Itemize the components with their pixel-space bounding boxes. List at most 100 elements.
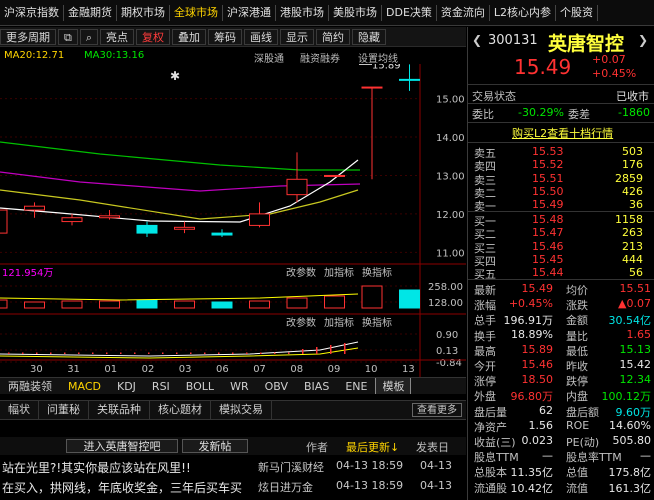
- chart-toolbar: 更多周期 ⧉ ⌕ 亮点 复权 叠加 筹码 画线 显示 简约 隐藏: [0, 27, 466, 47]
- stat-value: 11.35亿: [510, 466, 554, 480]
- window-icon[interactable]: ⧉: [58, 28, 78, 45]
- panel-button[interactable]: 换指标: [362, 266, 392, 279]
- post-title[interactable]: 在买入，拱网线，年底收奖金，三年后买车买: [2, 479, 242, 496]
- stat-value: 1.65: [626, 327, 652, 341]
- panel-button[interactable]: 改参数: [286, 316, 316, 329]
- info-tab[interactable]: 关联品种: [89, 401, 150, 419]
- indicator-tab[interactable]: 模板: [375, 378, 412, 394]
- posted-header[interactable]: 发表日: [416, 439, 449, 455]
- x-tick: 09: [328, 364, 341, 375]
- stat-row: 换手 18.89% 量比 1.65: [470, 328, 653, 343]
- stat-value: 14.60%: [609, 418, 651, 432]
- stat-value: 96.80万: [510, 390, 554, 404]
- forum-post-row[interactable]: 站在光里?!其实你最应该站在风里!! 新马门溪财经 04-13 18:59 04-13: [0, 459, 466, 479]
- tab-shengutong[interactable]: 深股通: [254, 50, 284, 65]
- menu-item[interactable]: L2核心内参: [490, 4, 557, 21]
- panel-button[interactable]: 加指标: [324, 316, 354, 329]
- menu-item[interactable]: 美股市场: [329, 4, 382, 21]
- post-title[interactable]: 站在光里?!其实你最应该站在风里!!: [2, 459, 191, 476]
- menu-item[interactable]: 个股资: [556, 4, 599, 21]
- indicator-tab[interactable]: ENE: [337, 380, 375, 393]
- macd-bar: [148, 352, 150, 354]
- menu-item[interactable]: 期权市场: [117, 4, 170, 21]
- macd-bar: [78, 352, 80, 354]
- x-tick: 07: [253, 364, 266, 375]
- stat-row: 总手 196.91万 金额 30.54亿: [470, 312, 653, 327]
- toolbar-button[interactable]: 复权: [136, 28, 171, 45]
- menu-item[interactable]: 沪深港通: [223, 4, 276, 21]
- toolbar-button[interactable]: 更多周期: [0, 28, 56, 45]
- new-post-button[interactable]: 发新帖: [182, 439, 248, 453]
- macd-bar: [162, 352, 164, 354]
- toolbar-button[interactable]: 简约: [316, 28, 351, 45]
- trade-status: 已收市: [616, 90, 649, 103]
- quote-panel: ❮ 300131 英唐智控 ❯ 15.49 +0.07 +0.45% 交易状态 …: [467, 27, 654, 500]
- set-ma-button[interactable]: 设置均线: [358, 50, 398, 65]
- macd-bar: [330, 345, 332, 354]
- post-author[interactable]: 炫日进万金: [258, 479, 313, 495]
- search-icon[interactable]: ⌕: [79, 28, 99, 45]
- indicator-tab[interactable]: RSI: [144, 380, 178, 393]
- next-stock-icon[interactable]: ❯: [638, 33, 648, 47]
- indicator-tab[interactable]: MACD: [60, 380, 109, 393]
- order-volume: 176: [622, 158, 643, 172]
- menu-item[interactable]: 沪深京指数: [0, 4, 64, 21]
- stat-value: 9.60万: [615, 405, 652, 419]
- menu-item[interactable]: 资金流向: [437, 4, 490, 21]
- kline-chart[interactable]: 15.0014.0013.0012.0011.0015.89✱121.954万改…: [0, 64, 466, 377]
- toolbar-button[interactable]: 显示: [280, 28, 315, 45]
- candle-body: [136, 224, 158, 234]
- stat-label: 昨收: [566, 360, 588, 373]
- indicator-tab[interactable]: KDJ: [109, 380, 144, 393]
- indicator-tab[interactable]: BIAS: [296, 380, 337, 393]
- l2-purchase-link[interactable]: 购买L2查看十档行情: [512, 125, 613, 141]
- menu-item[interactable]: 金融期货: [64, 4, 117, 21]
- menu-item[interactable]: 全球市场: [170, 4, 223, 21]
- toolbar-button[interactable]: 亮点: [100, 28, 135, 45]
- stat-label: 跌停: [566, 375, 588, 389]
- indicator-tab[interactable]: BOLL: [178, 380, 222, 393]
- stat-row: 股息TTM — 股息率TTM —: [470, 449, 653, 464]
- stat-value: 15.51: [619, 282, 652, 295]
- panel-button[interactable]: 换指标: [362, 316, 392, 329]
- menu-item[interactable]: DDE决策: [382, 4, 437, 21]
- candle-body: [249, 213, 270, 226]
- toolbar-button[interactable]: 筹码: [208, 28, 243, 45]
- toolbar-button[interactable]: 隐藏: [352, 28, 387, 45]
- toolbar-button[interactable]: 叠加: [172, 28, 207, 45]
- stat-value: 505.80: [612, 434, 652, 447]
- view-more-button[interactable]: 查看更多: [412, 403, 462, 417]
- macd-bar: [106, 352, 108, 354]
- weicha-value: -1860: [618, 106, 650, 119]
- info-tab[interactable]: 问董秘: [39, 401, 89, 419]
- latest-update-header[interactable]: 最后更新↓: [346, 439, 399, 455]
- forum-post-row[interactable]: 在买入，拱网线，年底收奖金，三年后买车买 炫日进万金 04-13 18:59 04-1…: [0, 479, 466, 499]
- macd-bar: [260, 352, 262, 354]
- tab-margin[interactable]: 融资融券: [300, 50, 340, 65]
- order-volume: 263: [622, 226, 643, 240]
- prev-stock-icon[interactable]: ❮: [472, 33, 482, 47]
- price-tick: 13.00: [436, 171, 465, 182]
- indicator-tab[interactable]: WR: [222, 380, 257, 393]
- enter-bar-button[interactable]: 进入英唐智控吧: [66, 439, 178, 453]
- menu-item[interactable]: 港股市场: [276, 4, 329, 21]
- post-author[interactable]: 新马门溪财经: [258, 459, 324, 475]
- panel-button[interactable]: 改参数: [286, 266, 316, 279]
- macd-tick: 0.13: [436, 346, 458, 357]
- info-tab[interactable]: 幅状: [0, 401, 39, 419]
- macd-bar: [246, 352, 248, 354]
- stat-row: 今开 15.46 昨收 15.42: [470, 358, 653, 373]
- order-price: 15.44: [532, 266, 564, 280]
- info-tab[interactable]: 模拟交易: [211, 401, 272, 419]
- stat-label: 流通股: [474, 481, 507, 495]
- latest-price-mark: 15.89: [372, 64, 401, 71]
- stat-value: 100.12万: [601, 390, 652, 404]
- vol-tick: 258.00: [428, 282, 463, 293]
- order-volume: 56: [629, 266, 643, 280]
- info-tab[interactable]: 核心题材: [150, 401, 211, 419]
- panel-button[interactable]: 加指标: [324, 266, 354, 279]
- macd-bar: [120, 352, 122, 354]
- toolbar-button[interactable]: 画线: [244, 28, 279, 45]
- indicator-tab[interactable]: 两融装领: [0, 378, 60, 394]
- indicator-tab[interactable]: OBV: [257, 380, 296, 393]
